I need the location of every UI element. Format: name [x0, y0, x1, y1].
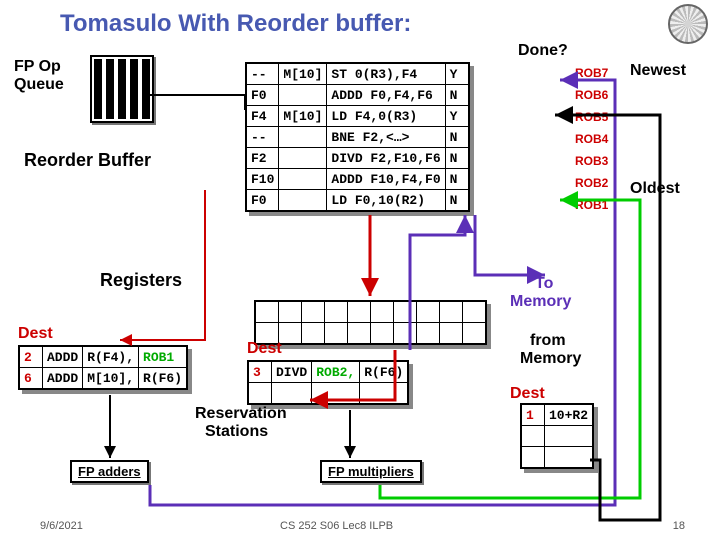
rob-id-column: ROB7 ROB6 ROB5 ROB4 ROB3 ROB2 ROB1 — [575, 62, 608, 216]
footer-course: CS 252 S06 Lec8 ILPB — [280, 520, 393, 532]
reservation-label: Reservation — [195, 405, 287, 423]
newest-label: Newest — [630, 62, 686, 80]
seal-icon — [668, 4, 708, 44]
rob-row: F4M[10]LD F4,0(R3)Y — [246, 106, 469, 127]
from-memory-label-2: Memory — [520, 350, 581, 368]
fp-op-queue — [90, 55, 154, 123]
adders-rs-table: 2ADDDR(F4),ROB1 6ADDDM[10],R(F6) — [18, 345, 188, 390]
to-memory-label-1: To — [535, 275, 553, 293]
fp-adders-unit: FP adders — [70, 460, 149, 483]
register-file-table — [254, 300, 487, 345]
from-memory-label-1: from — [530, 332, 566, 350]
page-title: Tomasulo With Reorder buffer: — [60, 10, 411, 38]
reorder-buffer-heading: Reorder Buffer — [24, 150, 151, 171]
footer-page: 18 — [673, 520, 685, 532]
rob-row: F2DIVD F2,F10,F6N — [246, 148, 469, 169]
rob-row: --BNE F2,<…>N — [246, 127, 469, 148]
to-memory-label-2: Memory — [510, 293, 571, 311]
rob-row: F0LD F0,10(R2)N — [246, 190, 469, 212]
reorder-buffer-table: --M[10]ST 0(R3),F4Y F0ADDD F0,F4,F6N F4M… — [245, 62, 470, 212]
rob-row: --M[10]ST 0(R3),F4Y — [246, 63, 469, 85]
dest-mult-label: Dest — [247, 340, 282, 358]
rob-row: F10ADDD F10,F4,F0N — [246, 169, 469, 190]
fp-op-queue-label-1: FP Op — [14, 58, 61, 76]
fp-multipliers-unit: FP multipliers — [320, 460, 422, 483]
registers-heading: Registers — [100, 270, 182, 291]
mult-rs-table: 3DIVDROB2,R(F6) — [247, 360, 409, 405]
dest-mem-label: Dest — [510, 385, 545, 403]
done-label: Done? — [518, 42, 568, 60]
footer-date: 9/6/2021 — [40, 520, 83, 532]
oldest-label: Oldest — [630, 180, 680, 198]
fp-op-queue-label-2: Queue — [14, 76, 64, 94]
dest-adders-label: Dest — [18, 325, 53, 343]
rob-row: F0ADDD F0,F4,F6N — [246, 85, 469, 106]
mem-rs-table: 110+R2 — [520, 403, 594, 469]
stations-label: Stations — [205, 423, 268, 441]
